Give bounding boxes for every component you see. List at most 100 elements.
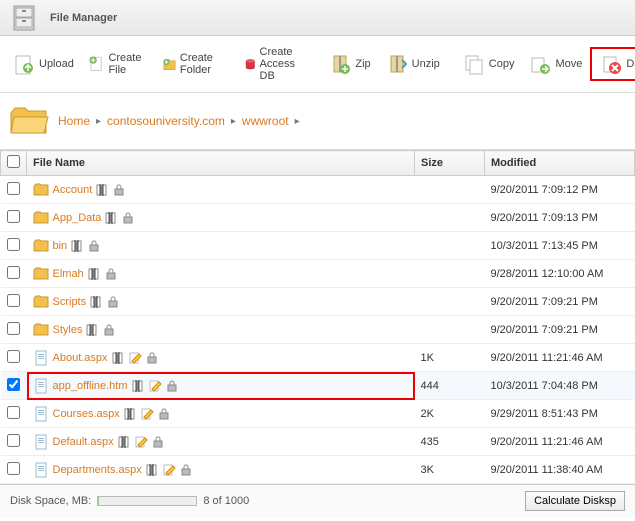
create-folder-button[interactable]: Create Folder (156, 50, 228, 78)
window-header: File Manager (0, 0, 635, 36)
file-icon (33, 434, 49, 450)
column-header-name[interactable]: File Name (27, 151, 415, 176)
lock-icon[interactable] (121, 211, 135, 225)
column-header-modified[interactable]: Modified (485, 151, 635, 176)
rename-icon[interactable] (111, 351, 125, 365)
table-row[interactable]: About.aspx 1K9/20/2011 11:21:46 AM (1, 344, 635, 372)
table-row[interactable]: Styles9/20/2011 7:09:21 PM (1, 316, 635, 344)
table-row[interactable]: Courses.aspx2K9/29/2011 8:51:43 PM (1, 400, 635, 428)
create-folder-label: Create Folder (180, 52, 222, 76)
row-checkbox[interactable] (7, 350, 20, 363)
delete-highlight: Delete (590, 47, 635, 81)
create-file-icon (88, 52, 106, 76)
lock-icon[interactable] (165, 379, 179, 393)
lock-icon[interactable] (151, 435, 165, 449)
delete-button[interactable]: Delete (593, 50, 635, 78)
grid-header-row: File Name Size Modified (1, 151, 635, 176)
lock-icon[interactable] (145, 351, 159, 365)
folder-icon (33, 182, 49, 198)
create-file-button[interactable]: Create File (82, 50, 154, 78)
table-row[interactable]: app_offline.htm44410/3/2011 7:04:48 PM (1, 372, 635, 400)
lock-icon[interactable] (112, 183, 126, 197)
row-checkbox[interactable] (7, 462, 20, 475)
lock-icon[interactable] (87, 239, 101, 253)
folder-link[interactable]: App_Data (53, 211, 102, 223)
file-modified: 9/20/2011 11:21:46 AM (485, 344, 635, 372)
rename-icon[interactable] (145, 463, 159, 477)
upload-button[interactable]: Upload (6, 50, 80, 78)
rename-icon[interactable] (70, 239, 84, 253)
table-row[interactable]: Departments.aspx3K9/20/2011 11:38:40 AM (1, 456, 635, 484)
folder-link[interactable]: Account (53, 183, 93, 195)
rename-icon[interactable] (95, 183, 109, 197)
disk-usage-fill (98, 497, 99, 505)
copy-button[interactable]: Copy (456, 50, 521, 78)
table-row[interactable]: Account9/20/2011 7:09:12 PM (1, 176, 635, 204)
table-row[interactable]: bin10/3/2011 7:13:45 PM (1, 232, 635, 260)
edit-icon[interactable] (134, 435, 148, 449)
rename-icon[interactable] (87, 267, 101, 281)
rename-icon[interactable] (89, 295, 103, 309)
folder-link[interactable]: bin (53, 239, 68, 251)
create-access-db-button[interactable]: Create Access DB (238, 44, 312, 84)
file-link[interactable]: About.aspx (53, 351, 108, 363)
file-size: 1K (415, 344, 485, 372)
select-all-header[interactable] (1, 151, 27, 176)
select-all-checkbox[interactable] (7, 155, 20, 168)
row-checkbox[interactable] (7, 210, 20, 223)
file-size (415, 204, 485, 232)
rename-icon[interactable] (85, 323, 99, 337)
row-checkbox[interactable] (7, 294, 20, 307)
chevron-right-icon: ▸ (295, 116, 300, 127)
file-grid: File Name Size Modified Account9/20/2011… (0, 150, 635, 484)
lock-icon[interactable] (104, 267, 118, 281)
column-header-size[interactable]: Size (415, 151, 485, 176)
table-row[interactable]: Scripts9/20/2011 7:09:21 PM (1, 288, 635, 316)
table-row[interactable]: Elmah9/28/2011 12:10:00 AM (1, 260, 635, 288)
toolbar: Upload Create File Create Folder Create … (0, 36, 635, 93)
lock-icon[interactable] (102, 323, 116, 337)
edit-icon[interactable] (162, 463, 176, 477)
file-modified: 9/20/2011 7:09:13 PM (485, 204, 635, 232)
file-icon (33, 378, 49, 394)
row-checkbox[interactable] (7, 266, 20, 279)
folder-link[interactable]: Elmah (53, 267, 84, 279)
table-row[interactable]: Default.aspx4359/20/2011 11:21:46 AM (1, 428, 635, 456)
edit-icon[interactable] (148, 379, 162, 393)
file-link[interactable]: app_offline.htm (53, 379, 128, 391)
row-checkbox[interactable] (7, 322, 20, 335)
rename-icon[interactable] (117, 435, 131, 449)
folder-link[interactable]: Scripts (53, 295, 87, 307)
row-checkbox[interactable] (7, 182, 20, 195)
lock-icon[interactable] (106, 295, 120, 309)
lock-icon[interactable] (157, 407, 171, 421)
file-link[interactable]: Default.aspx (53, 435, 114, 447)
file-icon (33, 406, 49, 422)
edit-icon[interactable] (128, 351, 142, 365)
upload-label: Upload (39, 58, 74, 70)
file-link[interactable]: Courses.aspx (53, 407, 120, 419)
move-button[interactable]: Move (522, 50, 588, 78)
folder-link[interactable]: Styles (53, 323, 83, 335)
breadcrumb-home[interactable]: Home (58, 114, 90, 128)
lock-icon[interactable] (179, 463, 193, 477)
calculate-diskspace-button[interactable]: Calculate Disksp (525, 491, 625, 511)
zip-button[interactable]: Zip (322, 50, 376, 78)
row-checkbox[interactable] (7, 434, 20, 447)
row-checkbox[interactable] (7, 238, 20, 251)
file-modified: 10/3/2011 7:04:48 PM (485, 372, 635, 400)
edit-icon[interactable] (140, 407, 154, 421)
rename-icon[interactable] (104, 211, 118, 225)
file-icon (33, 462, 49, 478)
breadcrumb-site[interactable]: contosouniversity.com (107, 114, 225, 128)
table-row[interactable]: App_Data 9/20/2011 7:09:13 PM (1, 204, 635, 232)
unzip-button[interactable]: Unzip (379, 50, 446, 78)
status-bar: Disk Space, MB: 8 of 1000 Calculate Disk… (0, 484, 635, 517)
file-size (415, 316, 485, 344)
breadcrumb-folder[interactable]: wwwroot (242, 114, 289, 128)
rename-icon[interactable] (131, 379, 145, 393)
row-checkbox[interactable] (7, 406, 20, 419)
rename-icon[interactable] (123, 407, 137, 421)
row-checkbox[interactable] (7, 378, 20, 391)
file-link[interactable]: Departments.aspx (53, 463, 142, 475)
